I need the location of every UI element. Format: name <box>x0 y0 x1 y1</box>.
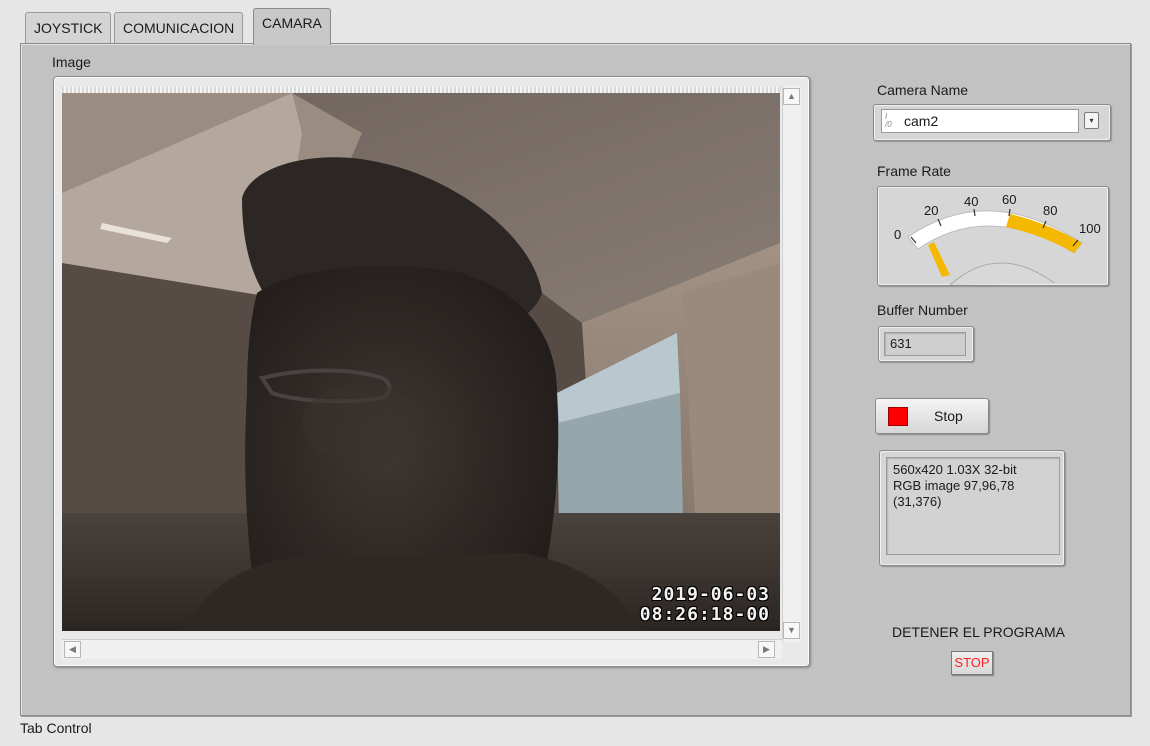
gauge-tick-60: 60 <box>1002 192 1016 207</box>
image-info-text: 560x420 1.03X 32-bit RGB image 97,96,78 … <box>886 457 1060 555</box>
frame-rate-label: Frame Rate <box>877 163 951 179</box>
camera-image[interactable]: 2019-06-03 08:26:18-00 <box>62 93 780 631</box>
image-timestamp: 2019-06-03 08:26:18-00 <box>640 585 770 625</box>
tab-comunicacion[interactable]: COMUNICACION <box>114 12 244 44</box>
camera-name-value: cam2 <box>904 113 939 129</box>
stop-button[interactable]: Stop <box>875 398 989 434</box>
stop-indicator-icon <box>888 407 908 426</box>
gauge-dial: 0 20 40 60 80 100 <box>894 192 1101 286</box>
frame-rate-gauge: 0 20 40 60 80 100 <box>877 186 1109 286</box>
image-info-indicator: 560x420 1.03X 32-bit RGB image 97,96,78 … <box>879 450 1065 566</box>
chevron-down-icon[interactable]: ▾ <box>1084 112 1099 129</box>
gauge-tick-0: 0 <box>894 227 901 242</box>
scroll-left-icon[interactable]: ◀ <box>64 641 81 658</box>
camera-frame-picture <box>62 93 780 631</box>
detener-label: DETENER EL PROGRAMA <box>892 624 1065 640</box>
buffer-number-indicator: 631 <box>878 326 974 362</box>
tab-joystick[interactable]: JOYSTICK <box>25 12 112 44</box>
io-icon: I/0 <box>885 112 892 129</box>
buffer-number-label: Buffer Number <box>877 302 968 318</box>
gauge-tick-20: 20 <box>924 203 938 218</box>
timestamp-time: 08:26:18-00 <box>639 604 770 625</box>
detener-stop-button[interactable]: STOP <box>951 651 993 675</box>
gauge-tick-100: 100 <box>1079 221 1101 236</box>
image-display: 2019-06-03 08:26:18-00 ▲ ▼ ◀ ▶ <box>53 76 810 667</box>
camera-name-label: Camera Name <box>877 82 969 98</box>
image-info-line-3: (31,376) <box>893 494 942 509</box>
vertical-scrollbar[interactable]: ▲ ▼ <box>782 86 801 642</box>
scroll-right-icon[interactable]: ▶ <box>758 641 775 658</box>
gauge-tick-40: 40 <box>964 194 978 209</box>
gauge-tick-80: 80 <box>1043 203 1057 218</box>
horizontal-scrollbar[interactable]: ◀ ▶ <box>62 639 782 659</box>
stop-button-label: Stop <box>934 408 963 424</box>
tab-camara[interactable]: CAMARA <box>253 8 331 45</box>
image-info-line-2: RGB image 97,96,78 <box>893 478 1015 493</box>
tab-control-label: Tab Control <box>20 720 92 736</box>
gauge-needle <box>928 242 950 277</box>
image-label: Image <box>52 54 91 70</box>
timestamp-date: 2019-06-03 <box>651 584 770 605</box>
scroll-up-icon[interactable]: ▲ <box>783 88 800 105</box>
camera-name-control[interactable]: I/0 cam2 ▾ <box>873 104 1111 141</box>
tab-panel-camara: Image 2019-06-03 08:26:18-00 ▲ ▼ ◀ ▶ Cam… <box>20 43 1131 716</box>
camera-name-field[interactable]: I/0 cam2 <box>881 109 1079 133</box>
buffer-number-value: 631 <box>884 332 966 356</box>
image-info-line-1: 560x420 1.03X 32-bit <box>893 462 1017 477</box>
scroll-down-icon[interactable]: ▼ <box>783 622 800 639</box>
